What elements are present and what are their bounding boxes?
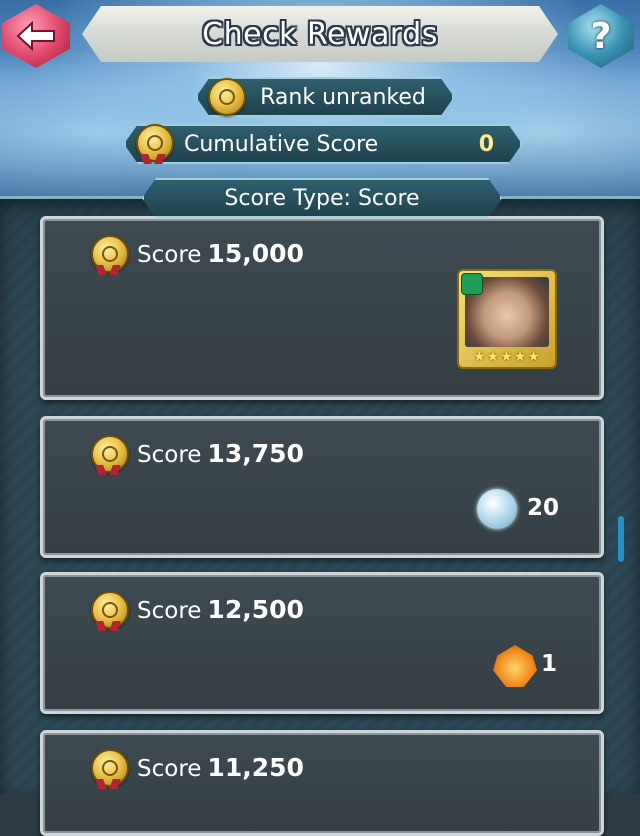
cumulative-score-label: Cumulative Score (184, 131, 379, 157)
reward-quantity: 20 (527, 495, 560, 521)
cumulative-score-value: 0 (478, 131, 494, 157)
score-value: 12,500 (207, 595, 304, 624)
score-value: 13,750 (207, 439, 304, 468)
score-prefix: Score (137, 598, 202, 624)
medal-ribbon-icon (95, 621, 121, 631)
hero-reward-portrait[interactable]: ★★★★★ (459, 271, 555, 367)
score-value: 11,250 (207, 753, 304, 782)
cumulative-score-bar: Cumulative Score 0 (124, 124, 522, 164)
page-title: Check Rewards (202, 16, 438, 52)
orb-icon (477, 489, 517, 529)
reward-card: Score 12,500 1 (40, 572, 604, 714)
score-type-label: Score Type: Score (224, 185, 420, 211)
reward-score-label: Score 13,750 (137, 439, 304, 468)
reward-score-label: Score 11,250 (137, 753, 304, 782)
score-prefix: Score (137, 242, 202, 268)
hero-rarity-stars: ★★★★★ (473, 349, 541, 365)
medal-ribbon-icon (95, 779, 121, 789)
score-type-bar: Score Type: Score (142, 178, 502, 218)
rank-shield-icon (208, 78, 246, 116)
reward-quantity: 1 (541, 651, 558, 677)
score-prefix: Score (137, 756, 202, 782)
weapon-type-icon (461, 273, 483, 295)
reward-card: Score 11,250 (40, 730, 604, 836)
medal-ribbon-icon (95, 265, 121, 275)
score-value: 15,000 (207, 239, 304, 268)
help-icon: ? (590, 15, 612, 57)
reward-card: Score 13,750 20 (40, 416, 604, 558)
reward-score-label: Score 12,500 (137, 595, 304, 624)
medal-ribbon-icon (140, 154, 166, 164)
reward-score-label: Score 15,000 (137, 239, 304, 268)
reward-card: Score 15,000 ★★★★★ (40, 216, 604, 400)
crest-icon (493, 645, 537, 687)
medal-ribbon-icon (95, 465, 121, 475)
scrollbar-thumb[interactable] (618, 516, 624, 562)
arrow-left-icon (16, 21, 55, 51)
score-prefix: Score (137, 442, 202, 468)
rank-label: Rank unranked (260, 84, 426, 110)
